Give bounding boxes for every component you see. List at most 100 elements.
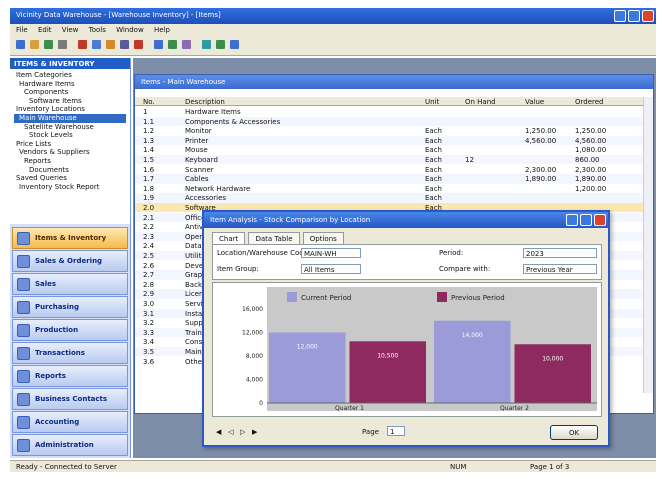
- tree-item[interactable]: Software Items: [14, 97, 126, 106]
- tree-item[interactable]: Item Categories: [14, 71, 126, 80]
- table-row[interactable]: 1 Hardware Items: [135, 107, 645, 116]
- period-field[interactable]: 2023: [523, 248, 597, 258]
- items-window-titlebar: Items - Main Warehouse: [135, 75, 653, 89]
- table-cell: Printer: [185, 136, 209, 145]
- copy-icon[interactable]: [92, 40, 101, 49]
- last-page-icon[interactable]: ▶: [252, 428, 257, 436]
- help-icon[interactable]: [230, 40, 239, 49]
- table-row[interactable]: 1.6 Scanner Each 2,300.00 2,300.00: [135, 165, 645, 174]
- menu-edit[interactable]: Edit: [38, 26, 52, 34]
- tree-item[interactable]: Inventory Locations: [14, 105, 126, 114]
- undo-icon[interactable]: [120, 40, 129, 49]
- column-header[interactable]: Unit: [425, 98, 439, 106]
- first-page-icon[interactable]: ◀: [216, 428, 221, 436]
- vertical-scrollbar[interactable]: [643, 97, 653, 393]
- nav-button[interactable]: Items & Inventory: [12, 227, 128, 249]
- table-cell: 2.2: [143, 223, 155, 232]
- table-cell: 3.1: [143, 309, 155, 318]
- tree-item[interactable]: Reports: [14, 157, 126, 166]
- tree-item[interactable]: Stock Levels: [14, 131, 126, 140]
- table-cell: Each: [425, 146, 442, 155]
- cut-icon[interactable]: [78, 40, 87, 49]
- status-right: Page 1 of 3: [530, 463, 570, 471]
- next-page-icon[interactable]: ▷: [240, 428, 245, 436]
- table-cell: Accessories: [185, 194, 227, 203]
- column-header[interactable]: Ordered: [575, 98, 604, 106]
- location-field[interactable]: MAIN-WH: [301, 248, 361, 258]
- paste-icon[interactable]: [106, 40, 115, 49]
- table-row[interactable]: 1.7 Cables Each 1,890.00 1,890.00: [135, 174, 645, 184]
- bar: [349, 341, 426, 403]
- tab-data-table[interactable]: Data Table: [248, 232, 300, 244]
- item-group-field[interactable]: All Items: [301, 264, 361, 274]
- delete-icon[interactable]: [134, 40, 143, 49]
- tree-item[interactable]: Inventory Stock Report: [14, 183, 126, 192]
- refresh-icon[interactable]: [216, 40, 225, 49]
- table-cell: 2.5: [143, 252, 155, 260]
- nav-button[interactable]: Business Contacts: [12, 388, 128, 410]
- column-header[interactable]: No.: [143, 98, 155, 106]
- chart-area: Current Period Previous Period 0 4,000 8,000…: [212, 282, 602, 417]
- table-cell: 1.8: [143, 184, 155, 193]
- dialog-title: Item Analysis - Stock Comparison by Loca…: [210, 216, 371, 224]
- tree-item[interactable]: Components: [14, 88, 126, 97]
- table-row[interactable]: 1.3 Printer Each 4,560.00 4,560.00: [135, 135, 645, 146]
- column-header[interactable]: Description: [185, 98, 225, 106]
- nav-button[interactable]: Production: [12, 319, 128, 341]
- table-row[interactable]: 1.9 Accessories Each: [135, 193, 645, 203]
- tree-item[interactable]: Price Lists: [14, 140, 126, 149]
- tree-item[interactable]: Main Warehouse: [14, 113, 126, 123]
- menu-window[interactable]: Window: [116, 26, 144, 34]
- toolbar: [10, 36, 656, 56]
- ok-button[interactable]: OK: [550, 425, 598, 440]
- menu-help[interactable]: Help: [154, 26, 170, 34]
- nav-button[interactable]: Accounting: [12, 411, 128, 433]
- table-row[interactable]: 1.1 Components & Accessories: [135, 116, 645, 126]
- nav-button[interactable]: Reports: [12, 365, 128, 387]
- table-row[interactable]: 1.4 Mouse Each 1,080.00: [135, 145, 645, 154]
- dialog-close-icon[interactable]: [594, 214, 606, 226]
- table-cell: Components & Accessories: [185, 117, 281, 126]
- app-title: Vicinity Data Warehouse - [Warehouse Inv…: [16, 11, 221, 19]
- table-row[interactable]: 1.8 Network Hardware Each 1,200.00: [135, 184, 645, 193]
- maximize-icon[interactable]: [628, 10, 640, 22]
- nav-label: Production: [35, 326, 79, 334]
- menu-tools[interactable]: Tools: [89, 26, 106, 34]
- sort-icon[interactable]: [182, 40, 191, 49]
- nav-button[interactable]: Sales: [12, 273, 128, 295]
- nav-button[interactable]: Sales & Ordering: [12, 250, 128, 272]
- nav-button[interactable]: Administration: [12, 434, 128, 456]
- menu-file[interactable]: File: [16, 26, 28, 34]
- menu-view[interactable]: View: [62, 26, 79, 34]
- new-icon[interactable]: [16, 40, 25, 49]
- tree-item[interactable]: Documents: [14, 166, 126, 175]
- page-field[interactable]: 1: [387, 426, 405, 436]
- filter-icon[interactable]: [168, 40, 177, 49]
- tab-chart[interactable]: Chart: [212, 232, 246, 244]
- chart-icon[interactable]: [202, 40, 211, 49]
- tab-options[interactable]: Options: [302, 232, 344, 244]
- dialog-maximize-icon[interactable]: [580, 214, 592, 226]
- compare-field[interactable]: Previous Year: [523, 264, 597, 274]
- dialog-minimize-icon[interactable]: [566, 214, 578, 226]
- nav-button[interactable]: Transactions: [12, 342, 128, 364]
- minimize-icon[interactable]: [614, 10, 626, 22]
- save-icon[interactable]: [44, 40, 53, 49]
- open-icon[interactable]: [30, 40, 39, 49]
- table-cell: 4,560.00: [525, 136, 557, 145]
- tree-item[interactable]: Saved Queries: [14, 174, 126, 183]
- find-icon[interactable]: [154, 40, 163, 49]
- table-row[interactable]: 1.2 Monitor Each 1,250.00 1,250.00: [135, 126, 645, 135]
- tree-item[interactable]: Satellite Warehouse: [14, 123, 126, 132]
- nav-button[interactable]: Purchasing: [12, 296, 128, 318]
- prev-page-icon[interactable]: ◁: [228, 428, 233, 436]
- tree-item[interactable]: Hardware Items: [14, 80, 126, 89]
- column-header[interactable]: Value: [525, 98, 544, 106]
- table-cell: 2,300.00: [525, 165, 557, 174]
- column-header[interactable]: On Hand: [465, 98, 496, 106]
- close-icon[interactable]: [642, 10, 654, 22]
- table-row[interactable]: 1.5 Keyboard Each 12 860.00: [135, 155, 645, 165]
- table-cell: Monitor: [185, 127, 212, 136]
- tree-item[interactable]: Vendors & Suppliers: [14, 148, 126, 157]
- print-icon[interactable]: [58, 40, 67, 49]
